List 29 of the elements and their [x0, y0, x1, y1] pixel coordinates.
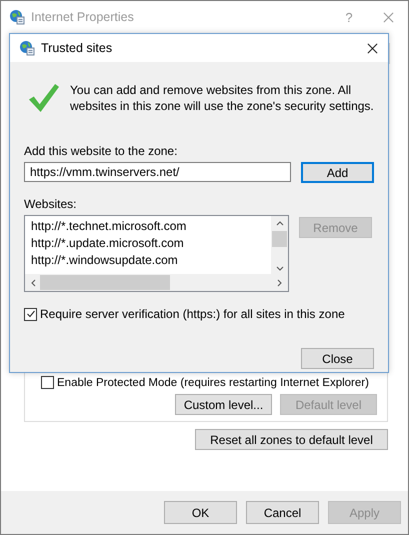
close-button[interactable]: Close	[301, 348, 374, 369]
websites-label: Websites:	[24, 197, 78, 213]
horizontal-scrollbar[interactable]	[25, 274, 288, 291]
globe-icon	[9, 9, 25, 25]
scroll-down-icon[interactable]	[276, 266, 284, 271]
protected-mode-checkbox[interactable]: Enable Protected Mode (requires restarting Internet Explorer)	[41, 376, 369, 389]
scroll-left-icon[interactable]	[31, 278, 36, 286]
website-item[interactable]: http://*.update.microsoft.com	[31, 235, 186, 252]
add-website-label: Add this website to the zone:	[24, 144, 178, 160]
zone-description: You can add and remove websites from this zone. All websites in this zone will use the zone's security settings.	[70, 82, 374, 114]
custom-level-button[interactable]: Custom level...	[175, 394, 272, 415]
add-button[interactable]: Add	[301, 162, 374, 183]
dialog-title: Trusted sites	[41, 41, 114, 55]
scroll-right-icon[interactable]	[277, 278, 282, 286]
footer-button[interactable]: OK	[164, 501, 237, 524]
checkmark-icon	[26, 309, 36, 319]
scroll-up-icon[interactable]	[276, 221, 284, 226]
website-item[interactable]: http://*.technet.microsoft.com	[31, 218, 186, 235]
website-item[interactable]: http://*.windowsupdate.com	[31, 252, 186, 269]
reset-button[interactable]: Reset all zones to default level	[195, 429, 388, 450]
vertical-scrollbar[interactable]	[271, 216, 288, 274]
footer-button[interactable]: Cancel	[246, 501, 319, 524]
checkmark-icon	[27, 82, 60, 113]
window-title: Internet Properties	[31, 10, 135, 24]
close-icon[interactable]	[367, 42, 378, 54]
globe-icon	[19, 40, 35, 56]
website-input[interactable]: https://vmm.twinservers.net/	[24, 162, 291, 182]
websites-list[interactable]: http://*.technet.microsoft.com http://*.update.microsoft.com http://*.windowsupdate.com	[24, 215, 289, 292]
require-https-checkbox[interactable]: Require server verification (https:) for all sites in this zone	[24, 307, 374, 321]
